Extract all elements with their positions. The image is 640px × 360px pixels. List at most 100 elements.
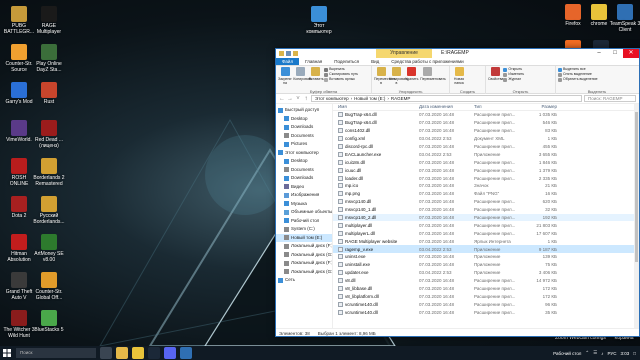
nav-item[interactable]: System (C:) <box>276 225 332 234</box>
file-row[interactable]: RAGE Multiplayer website 07.03.2020 16:48… <box>333 237 639 245</box>
desktop-shortcut[interactable]: TeamSpeak 3 Client <box>608 4 640 33</box>
nav-item[interactable]: Видео <box>276 183 332 192</box>
forward-arrow-icon[interactable]: → <box>287 96 293 102</box>
properties-button[interactable]: Свойства <box>488 67 503 81</box>
file-row[interactable]: v8.dll 07.03.2020 16:48 Расширение прил...… <box>333 277 639 285</box>
start-button[interactable] <box>0 346 14 360</box>
desktop-shortcut[interactable]: The Witcher 3 Wild Hunt <box>2 310 36 339</box>
move-to-button[interactable]: Переместить в <box>374 67 395 85</box>
column-header-size[interactable]: Размер <box>530 104 560 110</box>
breadcrumb-ragemp[interactable]: RAGEMP <box>391 96 411 101</box>
file-row[interactable]: ragemp_v.exe 03.04.2022 2:53 Приложение 9 1… <box>333 245 639 254</box>
desktop-shortcut[interactable]: BlueStacks 5 <box>32 310 66 333</box>
desktop-shortcut[interactable]: Dota 2 <box>2 196 36 219</box>
desktop-shortcut[interactable]: Hitman Absolution <box>2 234 36 263</box>
breadcrumb-this-pc[interactable]: Этот компьютер <box>315 96 349 101</box>
file-explorer-icon[interactable] <box>116 347 128 359</box>
file-row[interactable]: msvcp140_1.dll 07.03.2020 16:48 Расширение… <box>333 206 639 214</box>
clock[interactable]: 3:03 <box>621 351 630 356</box>
nav-item[interactable]: Сеть <box>276 276 332 285</box>
nav-item[interactable]: Локальный диск (G:) <box>276 251 332 260</box>
file-row[interactable]: v8_libplatform.dll 07.03.2020 16:48 Расшир… <box>333 292 639 300</box>
notification-icon[interactable]: □ <box>633 351 636 356</box>
tab-share[interactable]: Поделиться <box>328 58 365 65</box>
history-button[interactable]: Журнал <box>503 77 524 82</box>
invert-selection-button[interactable]: Обратить выделение <box>558 77 636 82</box>
nav-item[interactable]: Объемные объекты <box>276 208 332 217</box>
address-bar[interactable]: Этот компьютер › Новый том (E:) › RAGEMP <box>311 95 582 102</box>
file-row[interactable]: BugTrap-x64.dll 07.03.2020 16:48 Расширени… <box>333 111 639 119</box>
desktop-shortcut[interactable]: Garry's Mod <box>2 82 36 105</box>
desktop-shortcut[interactable]: PUBG BATTLEGR... <box>2 6 36 35</box>
nav-item[interactable]: Pictures <box>276 140 332 149</box>
nav-item[interactable]: Downloads <box>276 174 332 183</box>
file-row[interactable]: updater.exe 03.04.2022 2:53 Приложение 3 40… <box>333 269 639 277</box>
file-row[interactable]: msvcp140.dll 07.03.2020 16:48 Расширение п… <box>333 198 639 206</box>
chevron-up-icon[interactable]: ⌃ <box>585 350 589 356</box>
delete-button[interactable]: Удалить <box>405 67 419 81</box>
nav-item[interactable]: Desktop <box>276 157 332 166</box>
chrome-icon[interactable] <box>132 347 144 359</box>
discord-icon[interactable] <box>164 347 176 359</box>
nav-item[interactable]: Documents <box>276 166 332 175</box>
nav-item[interactable]: Локальный диск (F:) <box>276 242 332 251</box>
file-row[interactable]: loader.dll 07.03.2020 16:48 Расширение при… <box>333 174 639 182</box>
column-header-date[interactable]: Дата изменения <box>419 104 474 110</box>
back-arrow-icon[interactable]: ← <box>279 96 285 102</box>
desktop-shortcut[interactable]: ArtMoney SE v8.00 <box>32 234 66 263</box>
nav-item[interactable]: Этот компьютер <box>276 149 332 158</box>
close-button[interactable]: ✕ <box>623 49 639 58</box>
show-desktop-label[interactable]: Рабочий стол <box>553 351 581 356</box>
maximize-button[interactable]: □ <box>607 49 623 58</box>
taskbar-search-input[interactable]: Поиск <box>16 348 96 358</box>
task-view-icon[interactable] <box>100 347 112 359</box>
network-icon[interactable]: ☰ <box>593 350 597 356</box>
desktop-shortcut[interactable]: Red Dead ... (лиценз) <box>32 120 66 149</box>
breadcrumb-drive-e[interactable]: Новый том (E:) <box>354 96 385 101</box>
file-row[interactable]: vcruntime140.dll 07.03.2020 16:48 Расширен… <box>333 300 639 308</box>
nav-item[interactable]: Рабочий стол <box>276 217 332 226</box>
desktop-shortcut[interactable]: Borderlands 2 Remastered <box>32 158 66 187</box>
file-row[interactable]: multiplayerL.dll 07.03.2020 16:48 Расширен… <box>333 229 639 237</box>
up-arrow-icon[interactable]: ↑ <box>303 96 309 102</box>
file-row[interactable]: multiplayer.dll 07.03.2020 16:48 Расширени… <box>333 221 639 229</box>
copy-button[interactable]: Копировать <box>293 67 312 81</box>
file-row[interactable]: BugTrap-x64.dll 07.03.2020 16:48 Расширени… <box>333 119 639 127</box>
nav-item[interactable]: Быстрый доступ <box>276 106 332 115</box>
minimize-button[interactable]: – <box>591 49 607 58</box>
tab-view[interactable]: Вид <box>365 58 385 65</box>
file-row[interactable]: discord-rpc.dll 07.03.2020 16:48 Расширени… <box>333 143 639 151</box>
properties-icon[interactable] <box>286 51 291 56</box>
nav-item[interactable]: Downloads <box>276 123 332 132</box>
paste-button[interactable]: Вставить <box>309 67 324 81</box>
context-tab-manage[interactable]: Управление <box>376 49 432 58</box>
pin-quick-access-button[interactable]: Закрепить на панели быстрого доступа <box>278 67 292 85</box>
nav-item[interactable]: Новый том (E:) <box>276 233 332 242</box>
column-header-type[interactable]: Тип <box>474 104 530 110</box>
file-row[interactable]: mp.ico 07.03.2020 16:48 Значок 21 КБ <box>333 182 639 190</box>
file-row[interactable]: mp.png 07.03.2020 16:48 Файл "PNG" 16 КБ <box>333 190 639 198</box>
desktop-shortcut[interactable]: VimeWorld. <box>2 120 36 143</box>
file-row[interactable]: icuuc.dll 07.03.2020 16:48 Расширение прил… <box>333 166 639 174</box>
nav-item[interactable]: Локальный диск (G:) <box>276 268 332 277</box>
desktop-shortcut[interactable]: Counter-Str. Global Off... <box>32 272 66 301</box>
title-bar[interactable]: Управление E:\RAGEMP – □ ✕ <box>276 49 639 58</box>
rename-button[interactable]: Переименовать <box>420 67 446 81</box>
new-folder-icon[interactable] <box>293 51 298 56</box>
file-row[interactable]: v8_libbase.dll 07.03.2020 16:48 Расширение… <box>333 285 639 293</box>
file-row[interactable]: EACLauncher.exe 03.04.2022 2:53 Приложение… <box>333 150 639 158</box>
nav-item[interactable]: Изображения <box>276 191 332 200</box>
desktop-shortcut[interactable]: Play Online DayZ Sta... <box>32 44 66 73</box>
desktop-shortcut[interactable]: ROSH ONLINE <box>2 158 36 187</box>
language-indicator[interactable]: РУС <box>608 351 617 356</box>
desktop-shortcut[interactable]: Этот компьютер <box>302 6 336 35</box>
nav-item[interactable]: Documents <box>276 132 332 141</box>
desktop-shortcut[interactable]: Русский Borderlands... <box>32 196 66 225</box>
tab-home[interactable]: Главная <box>299 58 328 65</box>
search-input[interactable]: Поиск: RAGEMP <box>584 95 636 102</box>
tab-file[interactable]: Файл <box>276 58 300 65</box>
nav-item[interactable]: Музыка <box>276 200 332 209</box>
file-row[interactable]: uninst.exe 07.03.2020 16:48 Приложение 139 … <box>333 253 639 261</box>
volume-icon[interactable]: ♪ <box>601 351 603 356</box>
steam-icon[interactable] <box>148 347 160 359</box>
